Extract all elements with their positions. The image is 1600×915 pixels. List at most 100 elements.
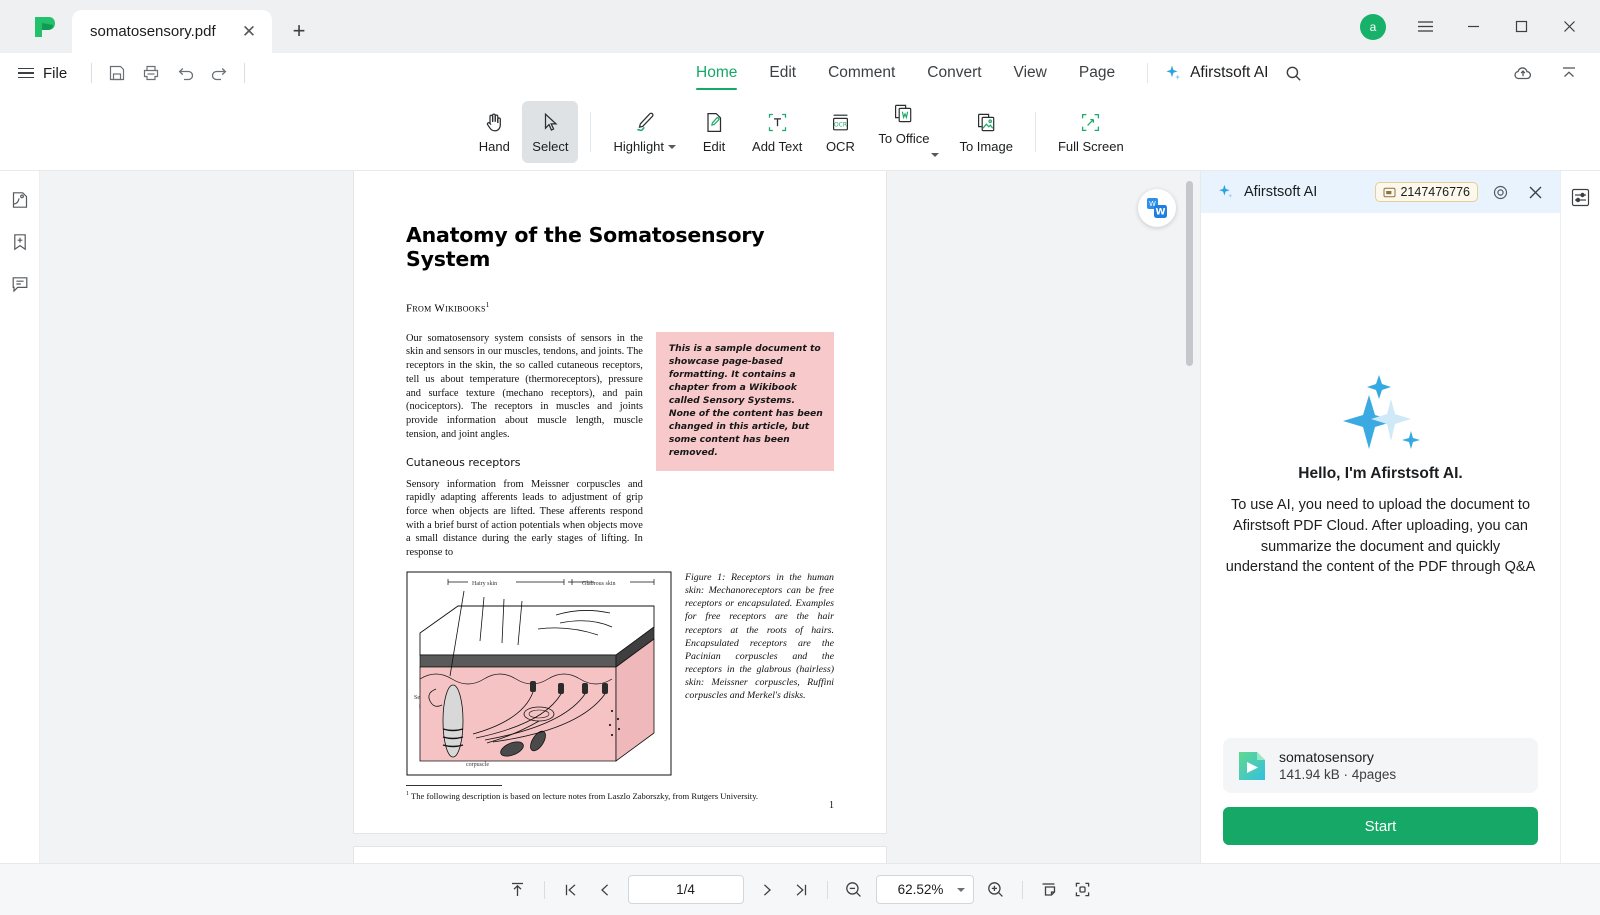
fit-width-icon[interactable] (1032, 874, 1066, 906)
tool-highlight[interactable]: Highlight (603, 101, 686, 163)
tab-page[interactable]: Page (1063, 54, 1131, 92)
ocr-icon: OCR (829, 109, 852, 135)
close-icon[interactable] (1522, 179, 1548, 205)
ribbon-toolbar: Hand Select Highlight Edit Add Text OCR … (0, 93, 1600, 171)
save-icon[interactable] (100, 56, 134, 90)
properties-panel-icon[interactable] (1566, 182, 1596, 212)
comments-icon[interactable] (5, 269, 35, 299)
minimize-icon[interactable] (1450, 7, 1496, 47)
ai-menu-button[interactable]: Afirstsoft AI (1164, 64, 1268, 82)
credit-token-icon (1383, 187, 1396, 197)
collapse-ribbon-icon[interactable] (1552, 56, 1586, 90)
pdf-page-2[interactable] (354, 847, 886, 863)
search-icon[interactable] (1276, 56, 1310, 90)
intro-paragraph: Our somatosensory system consists of sen… (406, 332, 643, 440)
tool-add-text-label: Add Text (752, 139, 803, 154)
word-export-icon[interactable]: W W (1138, 189, 1176, 227)
chevron-down-icon[interactable] (931, 152, 940, 157)
tab-edit[interactable]: Edit (753, 54, 812, 92)
app-menu-icon[interactable] (1402, 7, 1448, 47)
tool-to-image[interactable]: To Image (949, 101, 1022, 163)
bookmark-icon[interactable] (5, 227, 35, 257)
page-number-input[interactable]: 1/4 (627, 875, 744, 904)
credits-badge[interactable]: 2147476776 (1375, 182, 1478, 202)
ai-panel-footer: somatosensory 141.94 kB · 4pages Start (1201, 738, 1560, 863)
zoom-level-select[interactable]: 62.52% (875, 875, 974, 904)
tool-select[interactable]: Select (522, 100, 579, 163)
window-close-icon[interactable] (1546, 7, 1592, 47)
ai-panel-header: Afirstsoft AI 2147476776 (1201, 171, 1560, 213)
title-bar: somatosensory.pdf ✕ + a (0, 0, 1600, 53)
print-icon[interactable] (134, 56, 168, 90)
previous-page-icon[interactable] (588, 874, 622, 906)
ribbon-tabs: Home Edit Comment Convert View Page Afir… (680, 54, 1310, 92)
svg-text:corpuscle: corpuscle (466, 762, 489, 768)
uploaded-file-card[interactable]: somatosensory 141.94 kB · 4pages (1223, 738, 1538, 793)
redo-icon[interactable] (202, 56, 236, 90)
divider (1021, 880, 1023, 899)
hamburger-icon (18, 67, 34, 79)
cloud-upload-icon[interactable] (1506, 56, 1540, 90)
close-icon[interactable]: ✕ (238, 21, 260, 43)
tab-view[interactable]: View (998, 54, 1063, 92)
uploaded-file-name: somatosensory (1279, 749, 1374, 765)
file-menu-button[interactable]: File (0, 65, 83, 82)
svg-text:Hairy skin: Hairy skin (472, 581, 497, 587)
divider (91, 63, 93, 83)
start-button[interactable]: Start (1223, 807, 1538, 845)
to-image-icon (975, 109, 998, 135)
sample-callout: This is a sample document to showcase pa… (655, 331, 834, 472)
tab-convert[interactable]: Convert (911, 54, 997, 92)
undo-icon[interactable] (168, 56, 202, 90)
maximize-icon[interactable] (1498, 7, 1544, 47)
last-page-icon[interactable] (784, 874, 818, 906)
left-sidebar (0, 171, 40, 863)
tool-to-office[interactable]: To Office (868, 101, 949, 163)
thumbnails-icon[interactable] (5, 185, 35, 215)
tool-full-screen[interactable]: Full Screen (1048, 101, 1134, 163)
pdf-viewer[interactable]: Anatomy of the Somatosensory System From… (40, 171, 1200, 863)
edit-document-icon (703, 109, 726, 135)
tool-edit[interactable]: Edit (686, 101, 742, 163)
vertical-scrollbar[interactable] (1186, 181, 1193, 366)
chevron-down-icon[interactable] (668, 144, 677, 149)
pdf-page-1[interactable]: Anatomy of the Somatosensory System From… (354, 171, 886, 833)
page-number: 1 (829, 800, 834, 811)
divider (826, 880, 828, 899)
tool-ocr[interactable]: OCR OCR (812, 101, 868, 163)
document-columns: Our somatosensory system consists of sen… (406, 331, 834, 560)
ai-greeting: Hello, I'm Afirstsoft AI. (1298, 465, 1463, 483)
section-heading: Cutaneous receptors (406, 455, 521, 469)
zoom-in-icon[interactable] (979, 874, 1013, 906)
avatar[interactable]: a (1360, 13, 1386, 40)
ai-panel-body: Hello, I'm Afirstsoft AI. To use AI, you… (1201, 213, 1560, 738)
page-title: Anatomy of the Somatosensory System (406, 223, 765, 271)
section-paragraph: Sensory information from Meissner corpus… (406, 478, 643, 559)
divider (244, 63, 246, 83)
app-logo (16, 0, 72, 53)
menu-right-actions (1506, 56, 1586, 90)
figure-row: Hairy skinGlabrous skin Papillary Ridges… (406, 571, 834, 776)
settings-gear-icon[interactable] (1487, 179, 1513, 205)
hand-icon (483, 109, 506, 135)
tab-home[interactable]: Home (680, 54, 753, 92)
svg-text:OCR: OCR (834, 121, 847, 128)
next-page-icon[interactable] (750, 874, 784, 906)
scroll-to-top-icon[interactable] (501, 874, 535, 906)
figure-caption-col: Figure 1: Receptors in the human skin: M… (685, 571, 834, 776)
tool-hand[interactable]: Hand (466, 101, 522, 163)
new-tab-button[interactable]: + (282, 14, 316, 48)
document-source: From Wikibooks1 (406, 301, 490, 315)
page-column: Anatomy of the Somatosensory System From… (354, 171, 886, 863)
tool-to-office-label: To Office (878, 130, 930, 146)
tool-add-text[interactable]: Add Text (742, 101, 812, 163)
chevron-down-icon[interactable] (956, 887, 965, 892)
add-text-icon (766, 109, 789, 135)
zoom-out-icon[interactable] (837, 874, 871, 906)
divider (1034, 111, 1036, 152)
tab-comment[interactable]: Comment (812, 54, 911, 92)
svg-text:W: W (1156, 208, 1166, 218)
first-page-icon[interactable] (554, 874, 588, 906)
document-tab[interactable]: somatosensory.pdf ✕ (72, 10, 272, 53)
fit-page-icon[interactable] (1066, 874, 1100, 906)
